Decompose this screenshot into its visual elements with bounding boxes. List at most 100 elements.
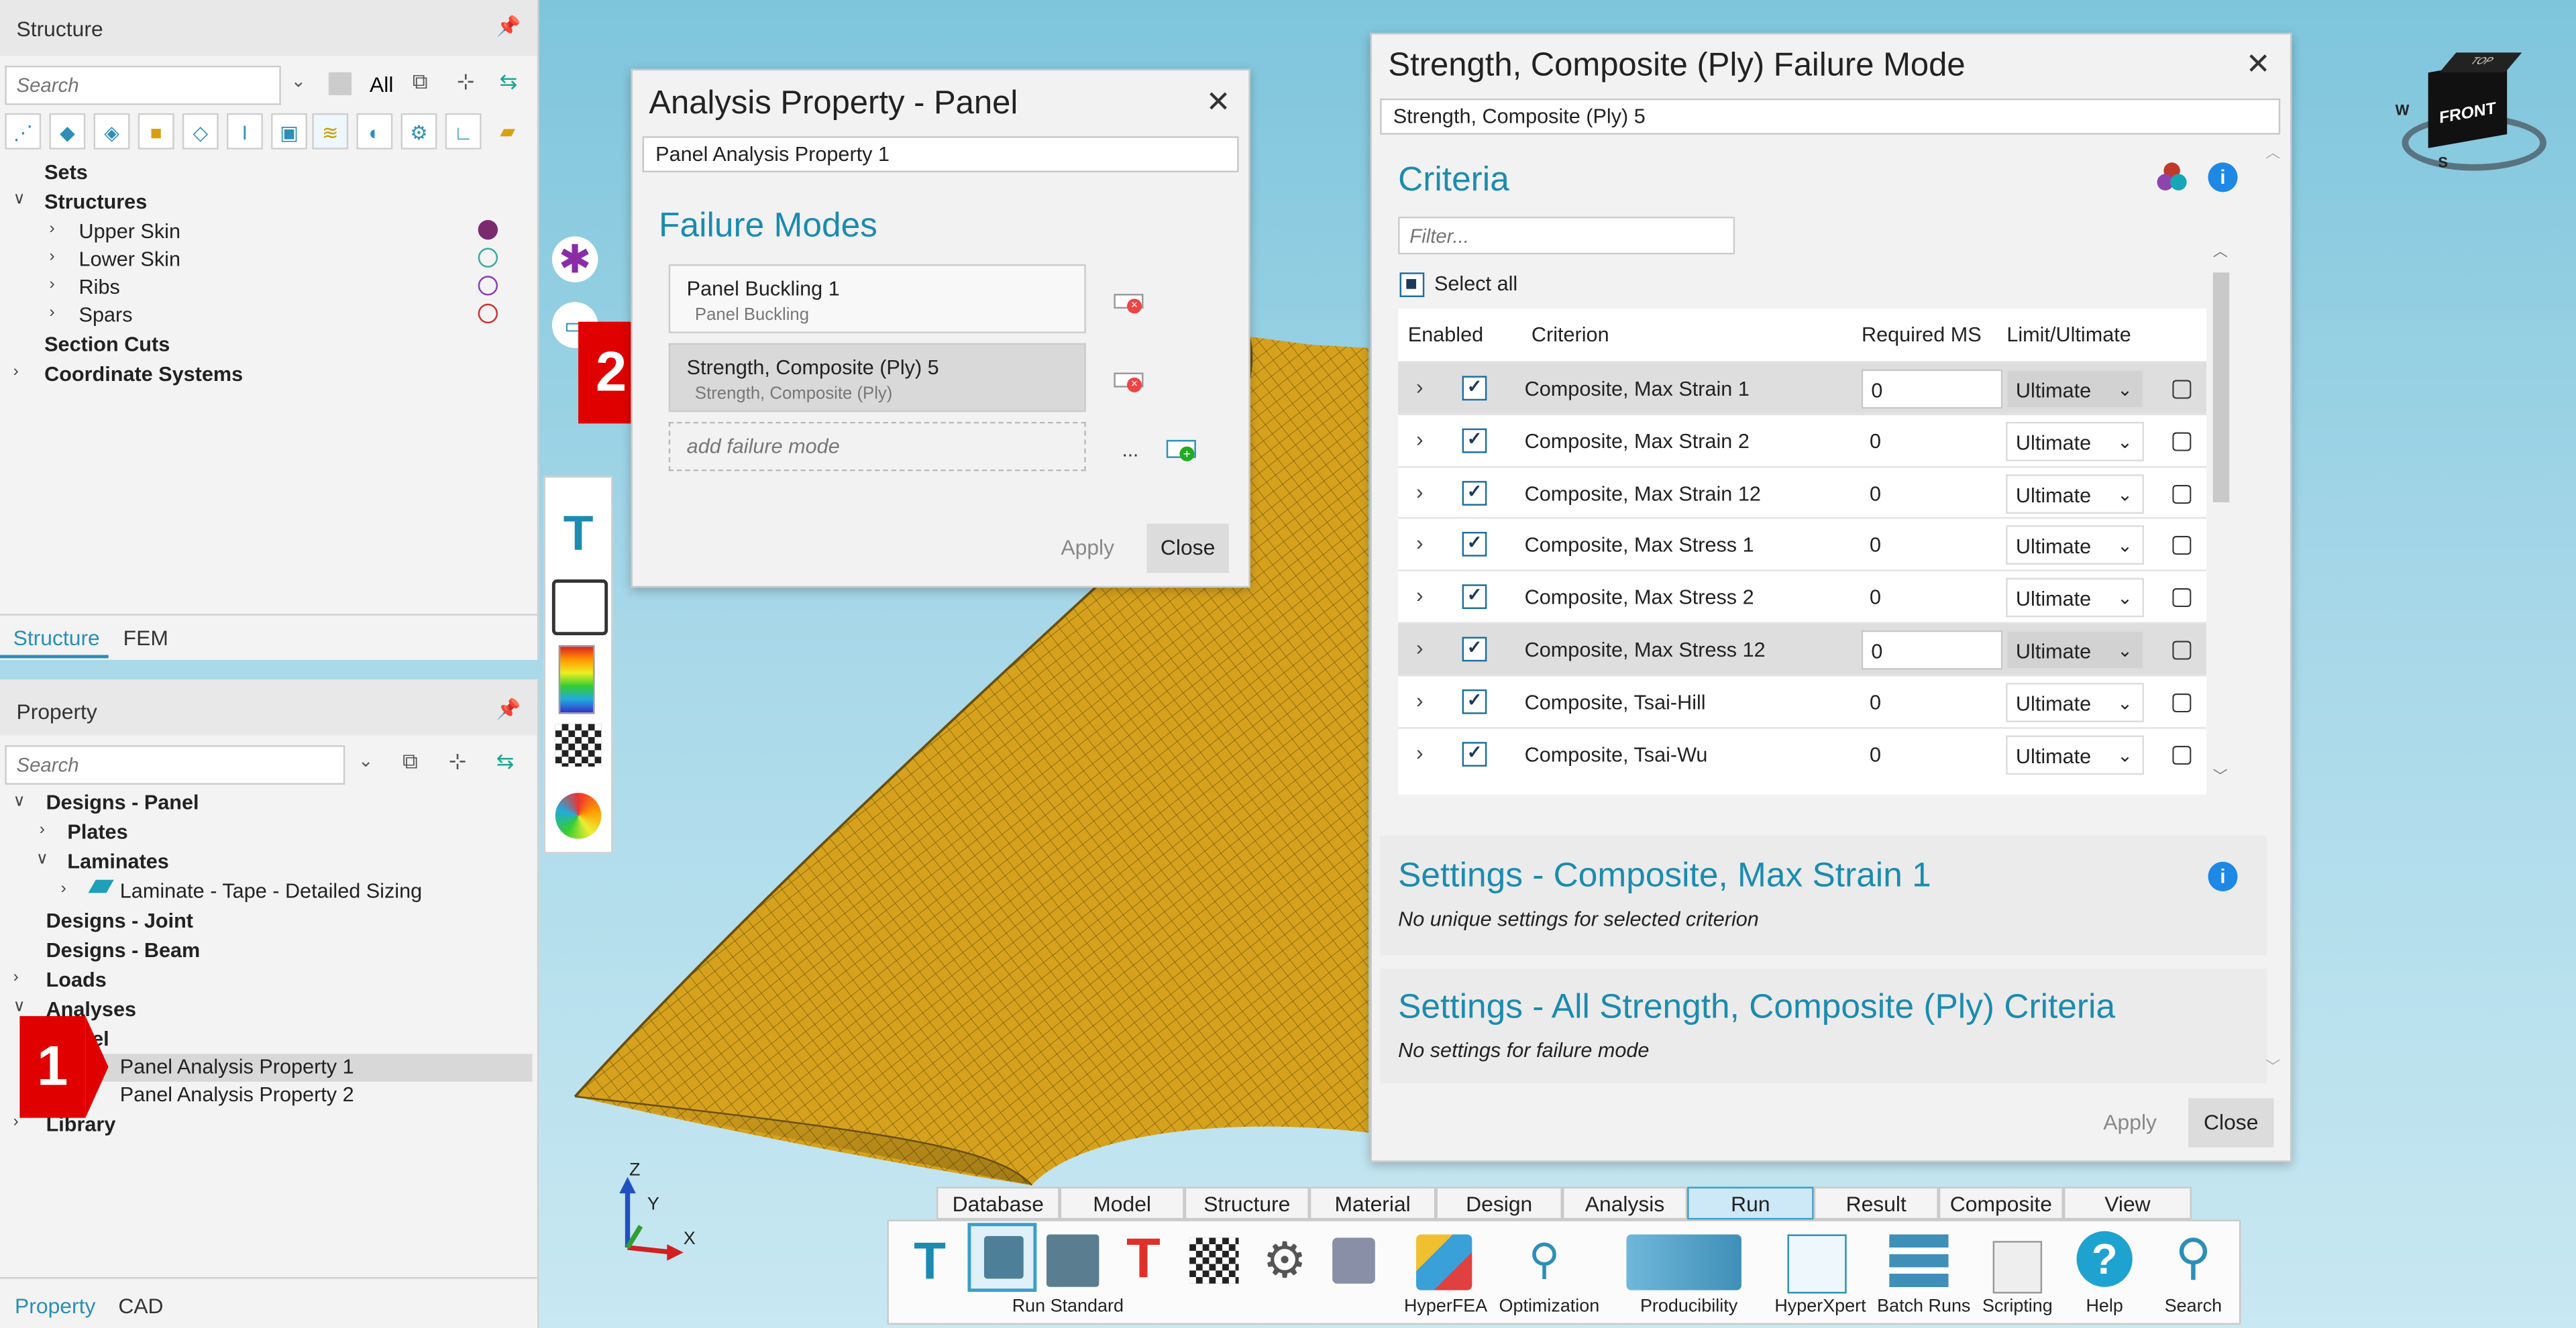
chevron-right-icon[interactable]: › — [49, 276, 54, 294]
criteria-row[interactable]: › ✓ Composite, Max Stress 2 0 Ultimate ⌄ ▢ — [1398, 569, 2207, 624]
run-hyperx-icon[interactable]: T — [904, 1231, 956, 1290]
cube-icon[interactable]: ▢ — [2170, 582, 2194, 611]
criteria-row[interactable]: › ✓ Composite, Max Strain 1 0 Ultimate ⌄ ▢ — [1398, 361, 2207, 416]
ribbon-tab-model[interactable]: Model — [1059, 1186, 1185, 1220]
expand-icon[interactable]: › — [1416, 583, 1424, 608]
section-icon[interactable]: ◐ — [356, 113, 393, 150]
tree-item-structures[interactable]: Structures — [44, 188, 147, 217]
limit-select[interactable]: Ultimate ⌄ — [2006, 630, 2144, 670]
ribbon-tab-analysis[interactable]: Analysis — [1562, 1186, 1688, 1220]
select-all-checkbox[interactable] — [1399, 272, 1425, 297]
cube-icon[interactable]: ▢ — [2170, 529, 2194, 559]
tree-icon[interactable]: ⊹ — [449, 749, 467, 775]
criteria-row[interactable]: › ✓ Composite, Tsai-Wu 0 Ultimate ⌄ ▢ — [1398, 726, 2207, 781]
apply-button[interactable]: Apply — [1043, 524, 1132, 573]
limit-select[interactable]: Ultimate ⌄ — [2006, 421, 2144, 461]
color-swatch[interactable] — [478, 276, 498, 296]
property-search-input[interactable] — [5, 745, 345, 785]
batch-runs-icon[interactable] — [1889, 1234, 1949, 1290]
beam-icon[interactable]: I — [226, 113, 263, 150]
add-failure-mode-input[interactable]: add failure mode — [668, 421, 1086, 472]
limit-select[interactable]: Ultimate ⌄ — [2006, 577, 2144, 618]
copy-icon[interactable]: ⧉ — [402, 749, 418, 775]
run-batch-icon[interactable] — [1046, 1234, 1099, 1287]
tab-structure[interactable]: Structure — [13, 625, 100, 650]
hyperfea-icon[interactable] — [1416, 1234, 1472, 1290]
enabled-checkbox[interactable]: ✓ — [1462, 480, 1487, 505]
expand-icon[interactable]: › — [1416, 531, 1424, 555]
filter-all-label[interactable]: All — [370, 72, 393, 97]
ribbon-tab-design[interactable]: Design — [1436, 1186, 1562, 1220]
contour-icon[interactable] — [558, 645, 595, 714]
enabled-checkbox[interactable]: ✓ — [1462, 584, 1487, 610]
checkered-flag-icon[interactable] — [1189, 1237, 1239, 1284]
limit-select[interactable]: Ultimate ⌄ — [2006, 734, 2144, 775]
criteria-row[interactable]: › ✓ Composite, Max Stress 12 0 Ultimate ⌄ ▢ — [1398, 622, 2207, 677]
criteria-row[interactable]: › ✓ Composite, Max Strain 2 0 Ultimate ⌄ ▢ — [1398, 413, 2207, 468]
pin-icon[interactable]: 📌 — [496, 15, 521, 38]
apply-button[interactable]: Apply — [2085, 1098, 2176, 1147]
required-ms-input[interactable]: 0 — [1862, 474, 2003, 513]
property-name-field[interactable]: Panel Analysis Property 1 — [642, 136, 1239, 172]
scroll-down-icon[interactable]: ﹀ — [2213, 765, 2228, 786]
tree-item-designs-panel[interactable]: Designs - Panel — [46, 789, 199, 818]
required-ms-input[interactable]: 0 — [1861, 369, 2003, 409]
delete-icon[interactable]: × — [1127, 377, 1142, 392]
expand-icon[interactable]: › — [1416, 479, 1424, 504]
run-analysis-icon[interactable] — [967, 1223, 1037, 1292]
enabled-checkbox[interactable]: ✓ — [1462, 532, 1487, 557]
tree-item-coordinate-systems[interactable]: Coordinate Systems — [44, 361, 243, 389]
cube-filter-icon[interactable] — [328, 72, 352, 95]
criteria-filter-input[interactable] — [1398, 217, 1735, 255]
failure-mode-item-selected[interactable]: Strength, Composite (Ply) 5 Strength, Co… — [668, 343, 1086, 412]
cube-icon[interactable]: ▢ — [2170, 425, 2194, 455]
ribbon-tab-result[interactable]: Result — [1813, 1186, 1939, 1220]
expand-icon[interactable]: › — [1416, 740, 1424, 765]
criteria-row[interactable]: › ✓ Composite, Max Strain 12 0 Ultimate ⌄ ▢ — [1398, 465, 2207, 520]
scroll-up-icon[interactable]: ︿ — [2265, 141, 2280, 162]
shell-icon[interactable]: ◈ — [93, 113, 130, 150]
info-icon[interactable]: i — [2208, 861, 2238, 891]
failure-mode-item[interactable]: Panel Buckling 1 Panel Buckling — [668, 264, 1086, 333]
scrollbar-thumb[interactable] — [2212, 272, 2230, 502]
database-icon[interactable] — [1332, 1237, 1375, 1284]
sync-icon[interactable]: ⇆ — [499, 69, 517, 95]
glasses-icon[interactable] — [551, 579, 608, 636]
expand-icon[interactable]: › — [1416, 635, 1424, 660]
layers-icon[interactable]: ≋ — [312, 113, 349, 150]
gear-icon[interactable]: ⚙ — [1260, 1237, 1309, 1286]
plate-icon[interactable]: ◇ — [182, 113, 219, 150]
joint-icon[interactable]: ■ — [138, 113, 174, 150]
settings-cube-icon[interactable]: ⚙ — [400, 113, 437, 150]
enabled-checkbox[interactable]: ✓ — [1462, 376, 1487, 401]
expand-icon[interactable]: › — [1416, 374, 1424, 399]
limit-select[interactable]: Ultimate ⌄ — [2006, 526, 2144, 565]
tree-item-loads[interactable]: Loads — [46, 967, 107, 995]
hyperx-run-icon[interactable]: T — [555, 507, 602, 563]
tree-item-designs-joint[interactable]: Designs - Joint — [46, 907, 193, 936]
scripting-icon[interactable] — [1992, 1241, 2043, 1294]
cube-icon[interactable]: ▢ — [2170, 373, 2194, 402]
chevron-down-icon[interactable]: ⌄ — [290, 70, 306, 92]
limit-select[interactable]: Ultimate ⌄ — [2006, 369, 2144, 409]
ribbon-tab-view[interactable]: View — [2063, 1186, 2192, 1220]
chevron-right-icon[interactable]: › — [40, 821, 45, 839]
tree-item-designs-beam[interactable]: Designs - Beam — [46, 937, 201, 965]
required-ms-input[interactable]: 0 — [1862, 421, 2003, 461]
node-icon[interactable]: ⋰ — [5, 113, 42, 150]
tab-property[interactable]: Property — [15, 1294, 95, 1319]
cube-icon[interactable]: ▢ — [2170, 686, 2194, 716]
delete-icon[interactable]: × — [1127, 298, 1142, 314]
chevron-down-icon[interactable]: ⌄ — [358, 750, 374, 771]
ribbon-tab-composite[interactable]: Composite — [1938, 1186, 2063, 1220]
help-icon[interactable]: ? — [2076, 1231, 2133, 1287]
tree-item-sets[interactable]: Sets — [44, 159, 88, 187]
axis-icon[interactable]: ∟ — [445, 113, 482, 150]
required-ms-input[interactable]: 0 — [1862, 734, 2003, 774]
tab-fem[interactable]: FEM — [123, 625, 168, 650]
limit-select[interactable]: Ultimate ⌄ — [2006, 682, 2144, 722]
ribbon-tab-material[interactable]: Material — [1309, 1186, 1436, 1220]
close-icon[interactable]: ✕ — [1206, 85, 1231, 119]
chevron-down-icon[interactable]: ∨ — [13, 998, 25, 1016]
criteria-scrollbar[interactable]: ︿ ﹀ — [2209, 239, 2233, 795]
